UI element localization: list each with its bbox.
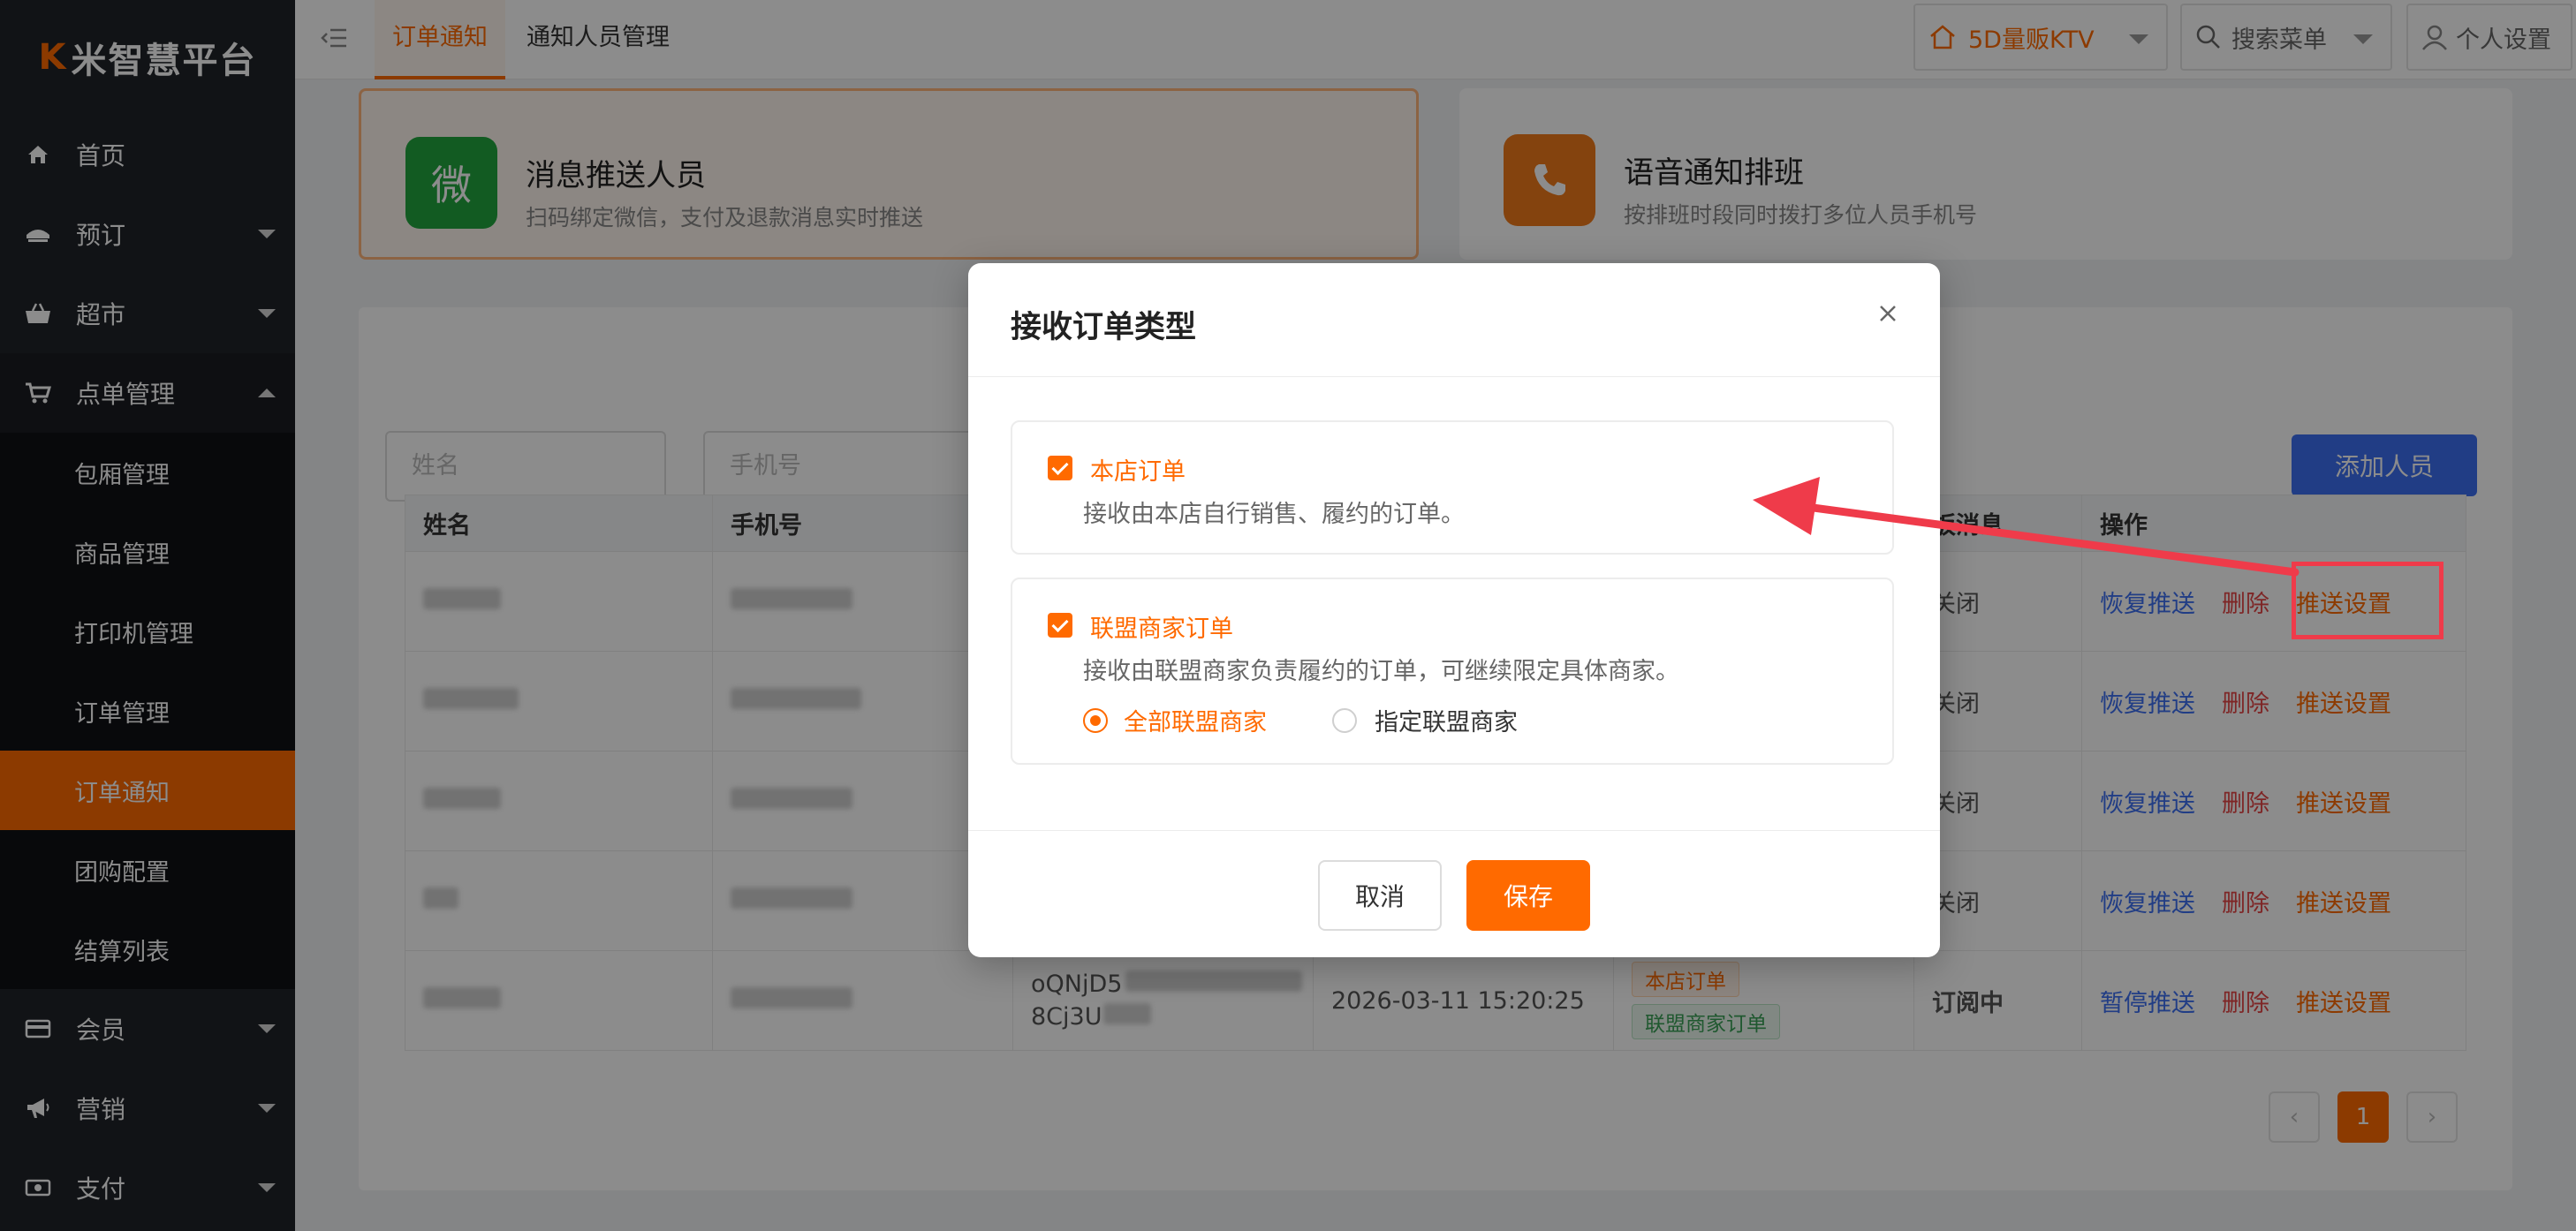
annotation-arrow-icon [1753,477,2299,577]
